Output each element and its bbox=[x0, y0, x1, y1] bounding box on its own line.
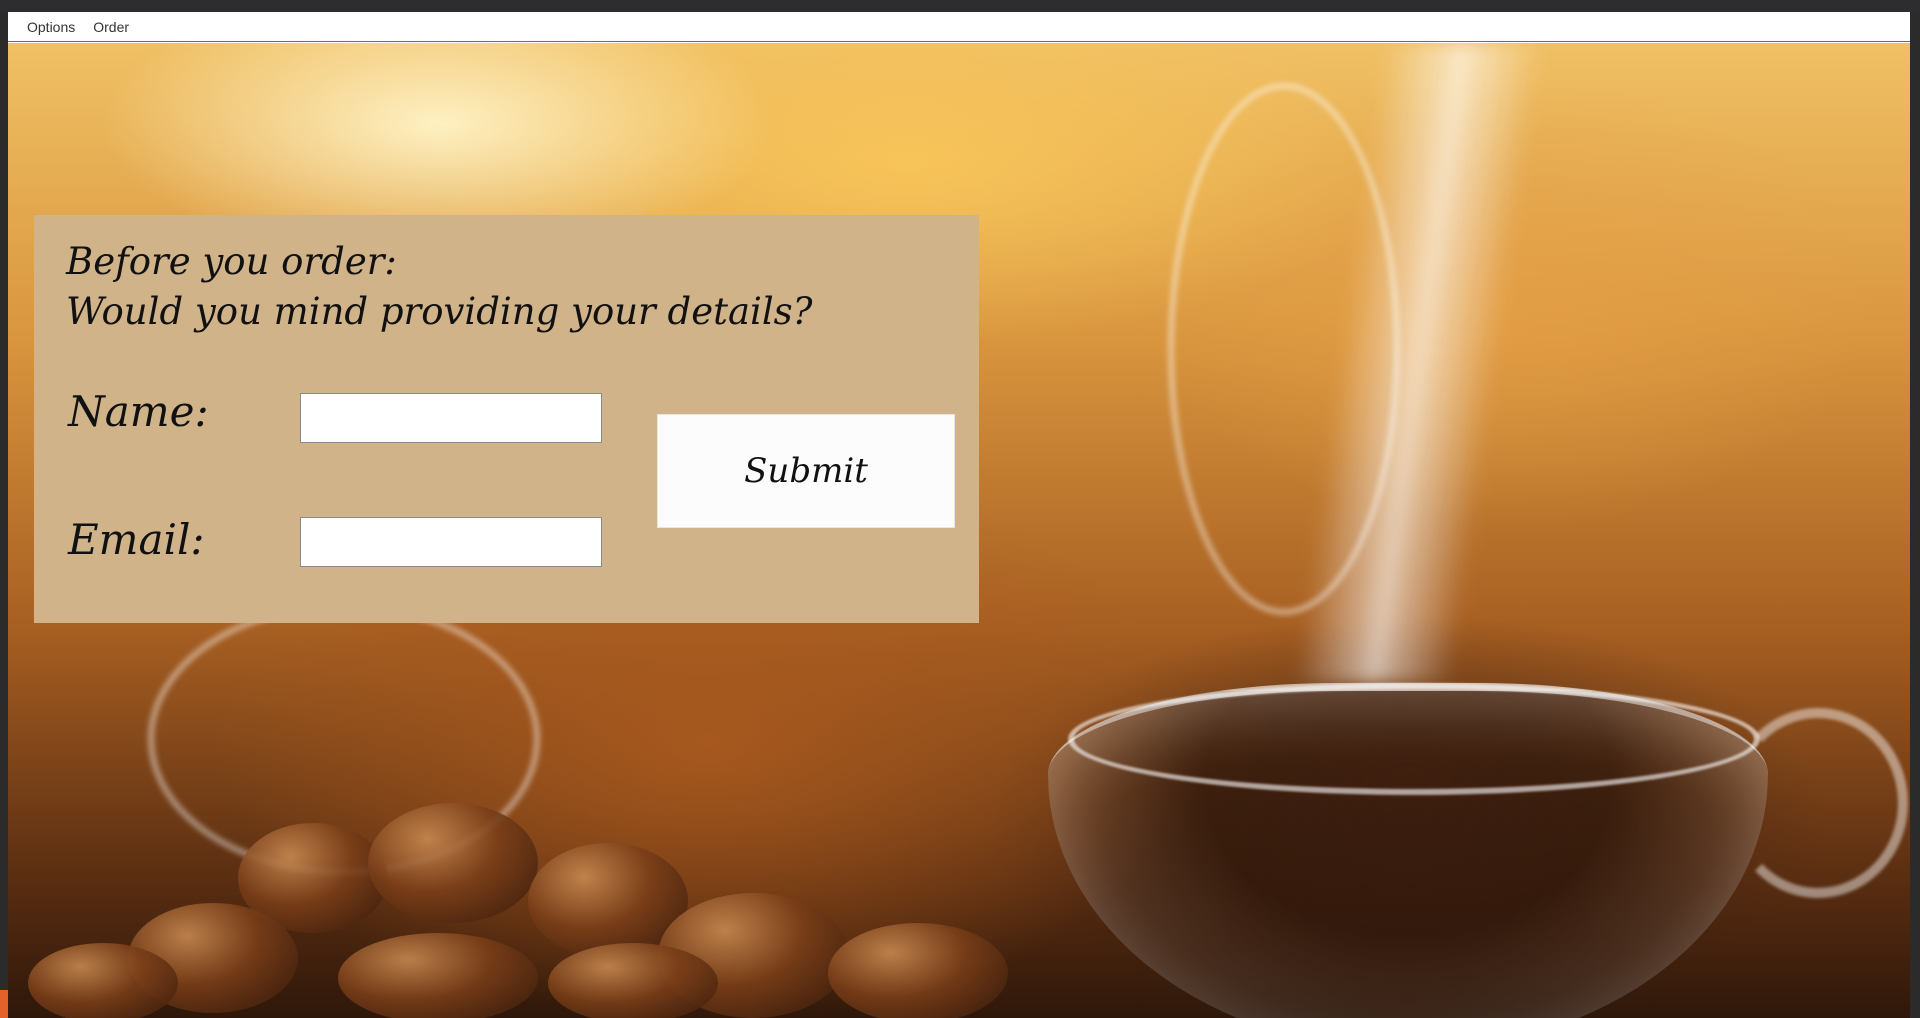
form-heading-line2: Would you mind providing your details? bbox=[66, 290, 813, 333]
cup-rim bbox=[1068, 683, 1760, 795]
email-label: Email: bbox=[68, 515, 205, 564]
menu-item-order[interactable]: Order bbox=[84, 15, 138, 39]
email-input[interactable] bbox=[300, 517, 602, 567]
desktop-top-strip bbox=[0, 0, 1920, 12]
menu-bar: Options Order bbox=[8, 12, 1910, 42]
app-window: Options Order Before you order: Would yo… bbox=[8, 12, 1910, 1018]
coffee-bean bbox=[28, 943, 178, 1018]
name-label: Name: bbox=[68, 387, 209, 436]
details-form-panel: Before you order: Would you mind providi… bbox=[34, 215, 979, 623]
cup-handle bbox=[1728, 708, 1908, 898]
taskbar-accent bbox=[0, 990, 8, 1018]
form-heading-line1: Before you order: bbox=[66, 240, 397, 283]
menu-item-options[interactable]: Options bbox=[18, 15, 84, 39]
coffee-background-image: Before you order: Would you mind providi… bbox=[8, 43, 1910, 1018]
coffee-bean bbox=[828, 923, 1008, 1018]
form-heading: Before you order: Would you mind providi… bbox=[66, 237, 813, 337]
smoke-swirl bbox=[1168, 83, 1400, 615]
coffee-bean bbox=[368, 803, 538, 923]
window-right-edge bbox=[1910, 12, 1920, 1018]
coffee-bean bbox=[338, 933, 538, 1018]
submit-button[interactable]: Submit bbox=[657, 414, 955, 528]
coffee-bean bbox=[548, 943, 718, 1018]
name-input[interactable] bbox=[300, 393, 602, 443]
